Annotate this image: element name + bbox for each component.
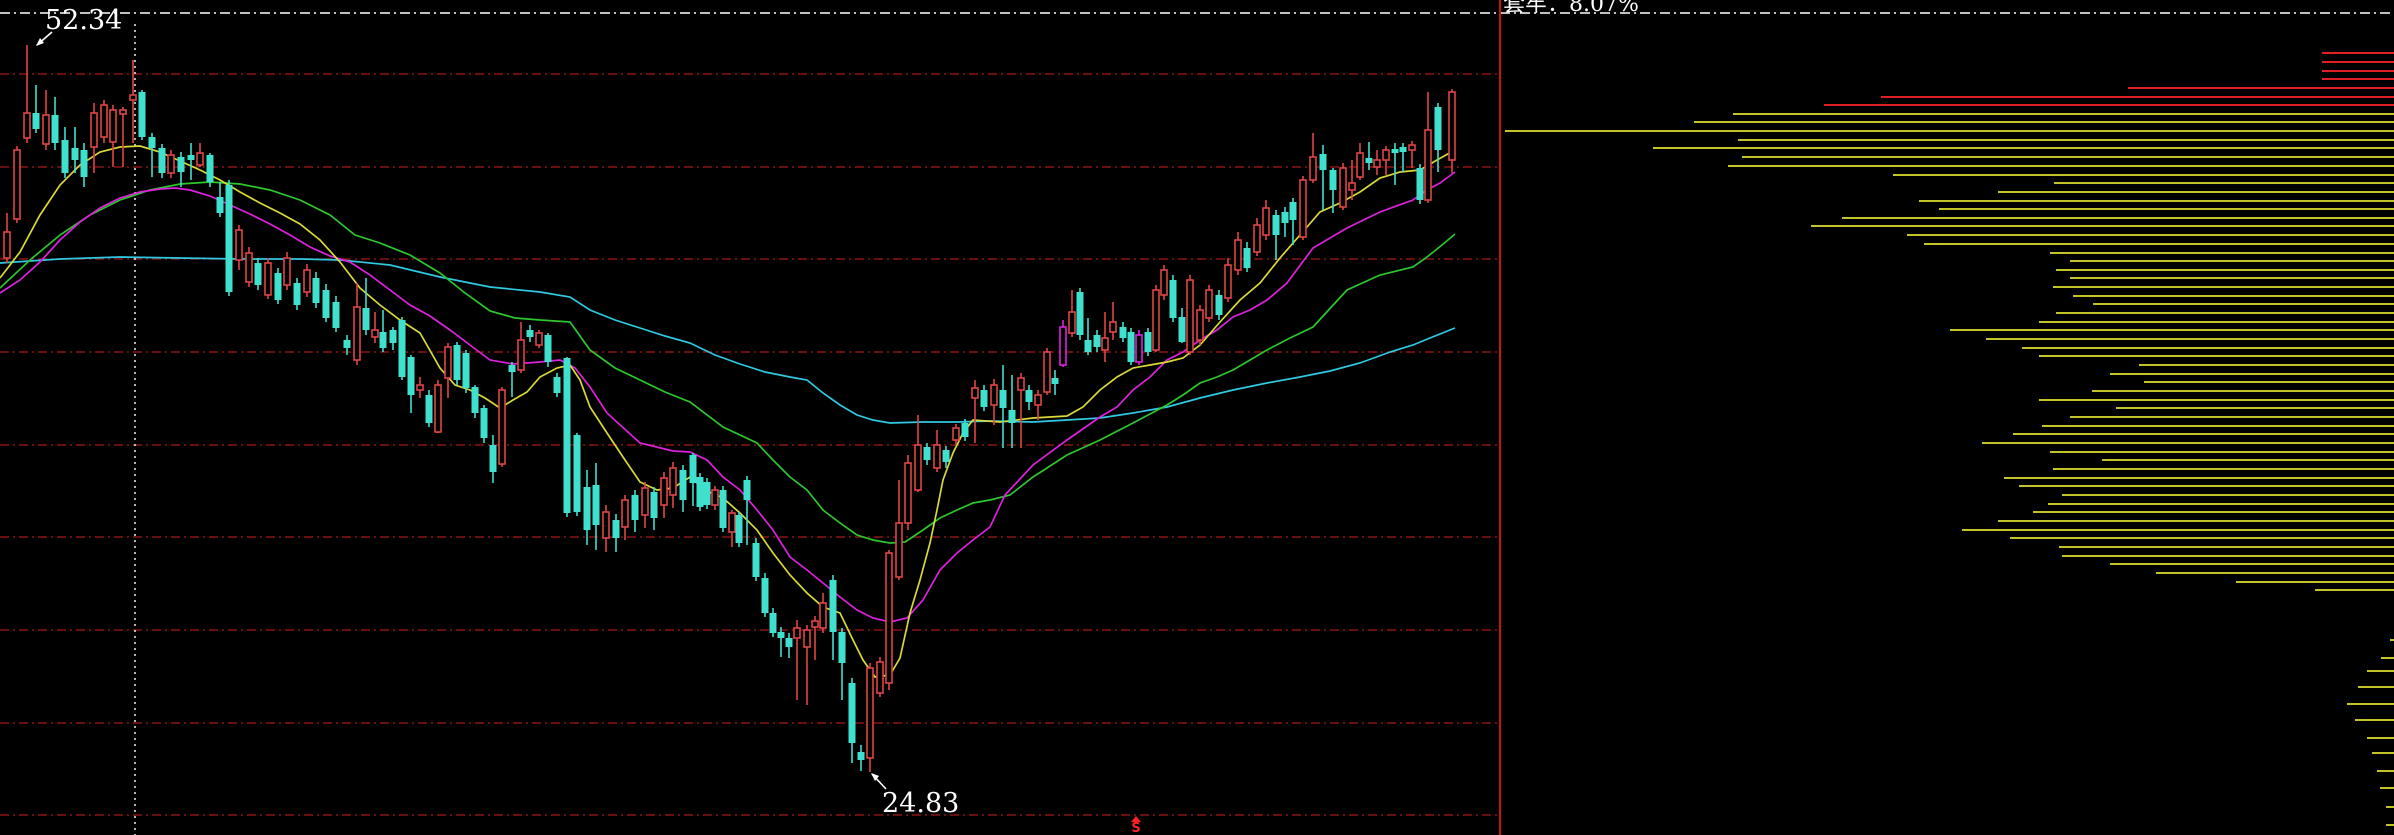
low-price-callout: 24.83	[882, 790, 959, 817]
trapped-percent-label: 套牢：8.07%	[1503, 0, 1639, 16]
high-price-callout: 52.34	[45, 7, 122, 34]
chart-background	[0, 0, 2394, 835]
chart-canvas[interactable]	[0, 0, 2394, 835]
trading-terminal: 52.34 24.83 套牢：8.07% S	[0, 0, 2394, 835]
sell-point-marker: S	[1124, 816, 1148, 835]
sell-marker-letter: S	[1131, 821, 1140, 835]
